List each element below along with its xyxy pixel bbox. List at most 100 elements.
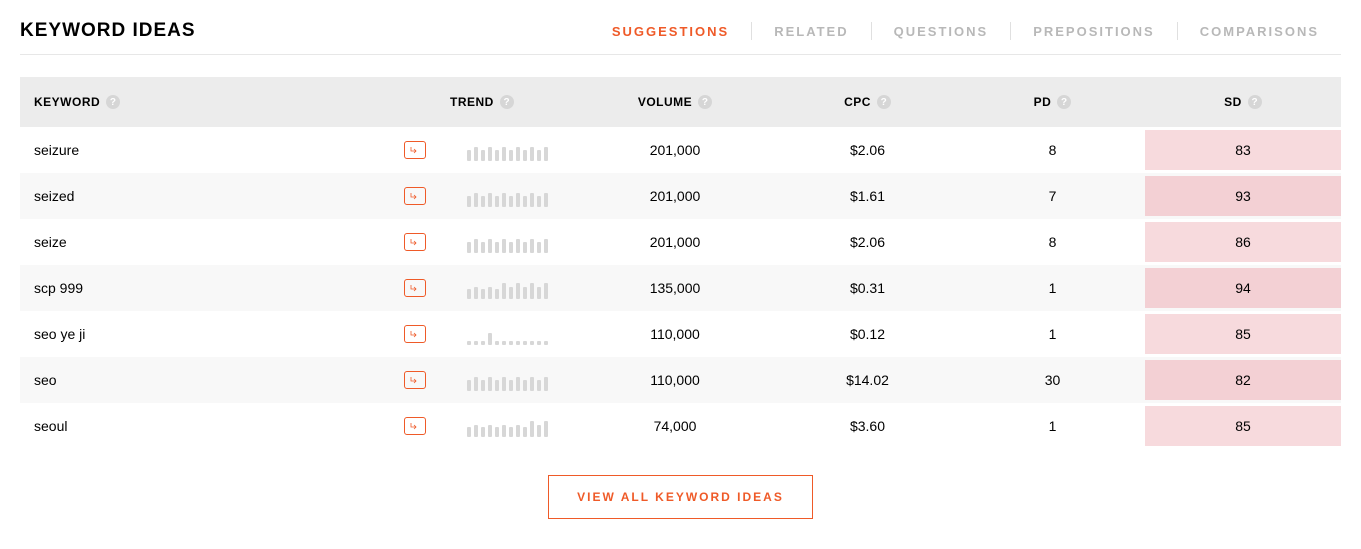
- trend-bar: [544, 239, 548, 253]
- trend-bar: [467, 242, 471, 253]
- trend-bar: [502, 425, 506, 437]
- expand-icon[interactable]: [404, 141, 426, 159]
- trend-bar: [516, 377, 520, 391]
- trend-bar: [516, 283, 520, 299]
- info-icon[interactable]: ?: [698, 95, 712, 109]
- trend-bar: [467, 341, 471, 345]
- cell-trend: [440, 403, 575, 449]
- expand-icon[interactable]: [404, 325, 426, 343]
- cell-sd: 86: [1145, 222, 1341, 262]
- cell-cpc: $14.02: [775, 360, 960, 400]
- trend-bar: [530, 283, 534, 299]
- cell-trend: [440, 173, 575, 219]
- expand-icon[interactable]: [404, 187, 426, 205]
- keyword-table: KEYWORD ? TREND ? VOLUME ? CPC ? PD ? SD…: [20, 77, 1341, 449]
- cell-keyword: seized: [20, 175, 440, 217]
- trend-bar: [544, 193, 548, 207]
- col-header-pd[interactable]: PD ?: [960, 77, 1145, 127]
- col-header-label: CPC: [844, 95, 871, 109]
- cell-sd: 93: [1145, 176, 1341, 216]
- col-header-sd[interactable]: SD ?: [1145, 77, 1341, 127]
- trend-bar: [481, 289, 485, 299]
- tab-suggestions[interactable]: SUGGESTIONS: [590, 24, 751, 39]
- trend-bar: [474, 341, 478, 345]
- trend-bar: [523, 196, 527, 207]
- trend-bar: [509, 242, 513, 253]
- tab-prepositions[interactable]: PREPOSITIONS: [1011, 24, 1177, 39]
- trend-bar: [509, 196, 513, 207]
- keyword-text: scp 999: [34, 280, 83, 296]
- col-header-cpc[interactable]: CPC ?: [775, 77, 960, 127]
- trend-bar: [502, 193, 506, 207]
- expand-icon[interactable]: [404, 279, 426, 297]
- trend-bar: [474, 239, 478, 253]
- trend-bar: [467, 289, 471, 299]
- section-title: KEYWORD IDEAS: [20, 20, 196, 42]
- trend-bar: [530, 421, 534, 437]
- cell-cpc: $0.31: [775, 268, 960, 308]
- cell-pd: 1: [960, 406, 1145, 446]
- trend-bar: [544, 283, 548, 299]
- keyword-text: seized: [34, 188, 74, 204]
- tab-questions[interactable]: QUESTIONS: [872, 24, 1011, 39]
- cell-keyword: seoul: [20, 405, 440, 447]
- info-icon[interactable]: ?: [500, 95, 514, 109]
- cell-cpc: $2.06: [775, 222, 960, 262]
- trend-sparkline: [450, 231, 565, 253]
- expand-icon[interactable]: [404, 233, 426, 251]
- cell-trend: [440, 219, 575, 265]
- trend-bar: [481, 427, 485, 437]
- table-row: seizure201,000$2.06883: [20, 127, 1341, 173]
- trend-bar: [537, 196, 541, 207]
- trend-sparkline: [450, 277, 565, 299]
- trend-sparkline: [450, 323, 565, 345]
- trend-bar: [474, 193, 478, 207]
- cell-cpc: $0.12: [775, 314, 960, 354]
- trend-bar: [488, 425, 492, 437]
- col-header-volume[interactable]: VOLUME ?: [575, 77, 775, 127]
- trend-bar: [467, 196, 471, 207]
- trend-bar: [488, 239, 492, 253]
- trend-bar: [537, 425, 541, 437]
- col-header-label: PD: [1034, 95, 1052, 109]
- info-icon[interactable]: ?: [877, 95, 891, 109]
- trend-bar: [495, 341, 499, 345]
- col-header-trend[interactable]: TREND ?: [440, 77, 575, 127]
- cell-volume: 110,000: [575, 314, 775, 354]
- trend-bar: [488, 193, 492, 207]
- info-icon[interactable]: ?: [1248, 95, 1262, 109]
- trend-bar: [481, 380, 485, 391]
- trend-bar: [516, 239, 520, 253]
- cell-sd: 82: [1145, 360, 1341, 400]
- table-row: seo110,000$14.023082: [20, 357, 1341, 403]
- trend-bar: [502, 147, 506, 161]
- keyword-text: seo: [34, 372, 57, 388]
- cell-keyword: seize: [20, 221, 440, 263]
- trend-sparkline: [450, 185, 565, 207]
- cell-pd: 30: [960, 360, 1145, 400]
- cell-sd: 85: [1145, 406, 1341, 446]
- expand-icon[interactable]: [404, 417, 426, 435]
- info-icon[interactable]: ?: [106, 95, 120, 109]
- keyword-text: seize: [34, 234, 67, 250]
- trend-bar: [509, 380, 513, 391]
- tab-comparisons[interactable]: COMPARISONS: [1178, 24, 1341, 39]
- view-all-button[interactable]: VIEW ALL KEYWORD IDEAS: [548, 475, 813, 519]
- cell-trend: [440, 127, 575, 173]
- trend-bar: [516, 425, 520, 437]
- table-row: seized201,000$1.61793: [20, 173, 1341, 219]
- info-icon[interactable]: ?: [1057, 95, 1071, 109]
- tab-related[interactable]: RELATED: [752, 24, 870, 39]
- expand-icon[interactable]: [404, 371, 426, 389]
- cell-pd: 1: [960, 314, 1145, 354]
- trend-bar: [523, 287, 527, 299]
- cell-trend: [440, 311, 575, 357]
- col-header-keyword[interactable]: KEYWORD ?: [20, 77, 440, 127]
- cell-pd: 1: [960, 268, 1145, 308]
- cell-keyword: seo ye ji: [20, 313, 440, 355]
- trend-bar: [516, 341, 520, 345]
- trend-bar: [544, 377, 548, 391]
- cell-volume: 74,000: [575, 406, 775, 446]
- trend-sparkline: [450, 415, 565, 437]
- table-row: scp 999135,000$0.31194: [20, 265, 1341, 311]
